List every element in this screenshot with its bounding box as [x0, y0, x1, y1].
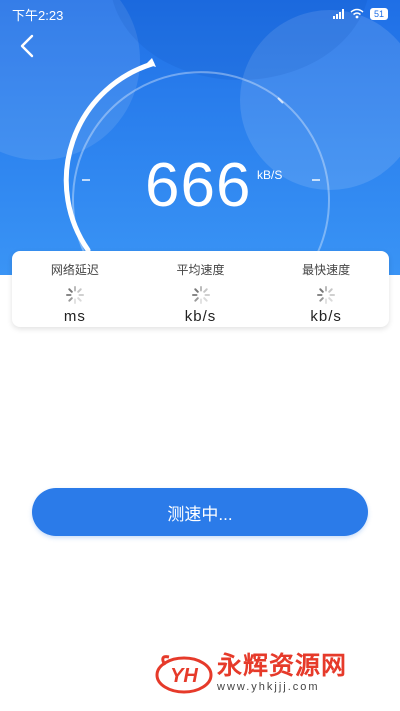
metric-avg-speed: 平均速度 kb/s — [138, 251, 264, 327]
signal-icon — [332, 9, 344, 19]
watermark-title: 永辉资源网 — [217, 652, 348, 680]
header-panel: 下午2:23 51 666 kB/S — [0, 0, 400, 275]
watermark-url: www.yhkjjj.com — [217, 681, 320, 693]
back-button[interactable] — [14, 32, 42, 60]
metric-unit: kb/s — [184, 308, 217, 325]
metric-label: 网络延迟 — [50, 263, 99, 277]
spinner-icon — [317, 286, 336, 304]
metrics-card: 网络延迟 ms 平均速度 kb/s 最快速度 kb/s — [12, 251, 389, 327]
watermark: YH 永辉资源网 www.yhkjjj.com — [155, 648, 347, 698]
status-time: 下午2:23 — [12, 7, 64, 23]
wifi-icon — [350, 7, 364, 22]
svg-text:YH: YH — [170, 665, 198, 687]
metric-label: 平均速度 — [176, 263, 225, 277]
spinner-icon — [191, 286, 210, 304]
spinner-icon — [65, 286, 84, 304]
speed-value: 666 — [145, 151, 252, 220]
battery-icon: 51 — [369, 8, 388, 20]
speed-test-button[interactable]: 测速中... — [32, 488, 368, 536]
status-bar: 下午2:23 51 — [0, 0, 400, 28]
speed-gauge — [63, 58, 330, 253]
metric-latency: 网络延迟 ms — [12, 251, 138, 327]
metric-max-speed: 最快速度 kb/s — [263, 251, 389, 327]
watermark-logo: YH — [155, 651, 213, 695]
metric-unit: ms — [63, 308, 86, 325]
chevron-left-icon — [20, 34, 34, 58]
metric-label: 最快速度 — [302, 263, 351, 277]
metric-unit: kb/s — [310, 308, 342, 325]
speed-unit: kB/S — [257, 168, 283, 182]
